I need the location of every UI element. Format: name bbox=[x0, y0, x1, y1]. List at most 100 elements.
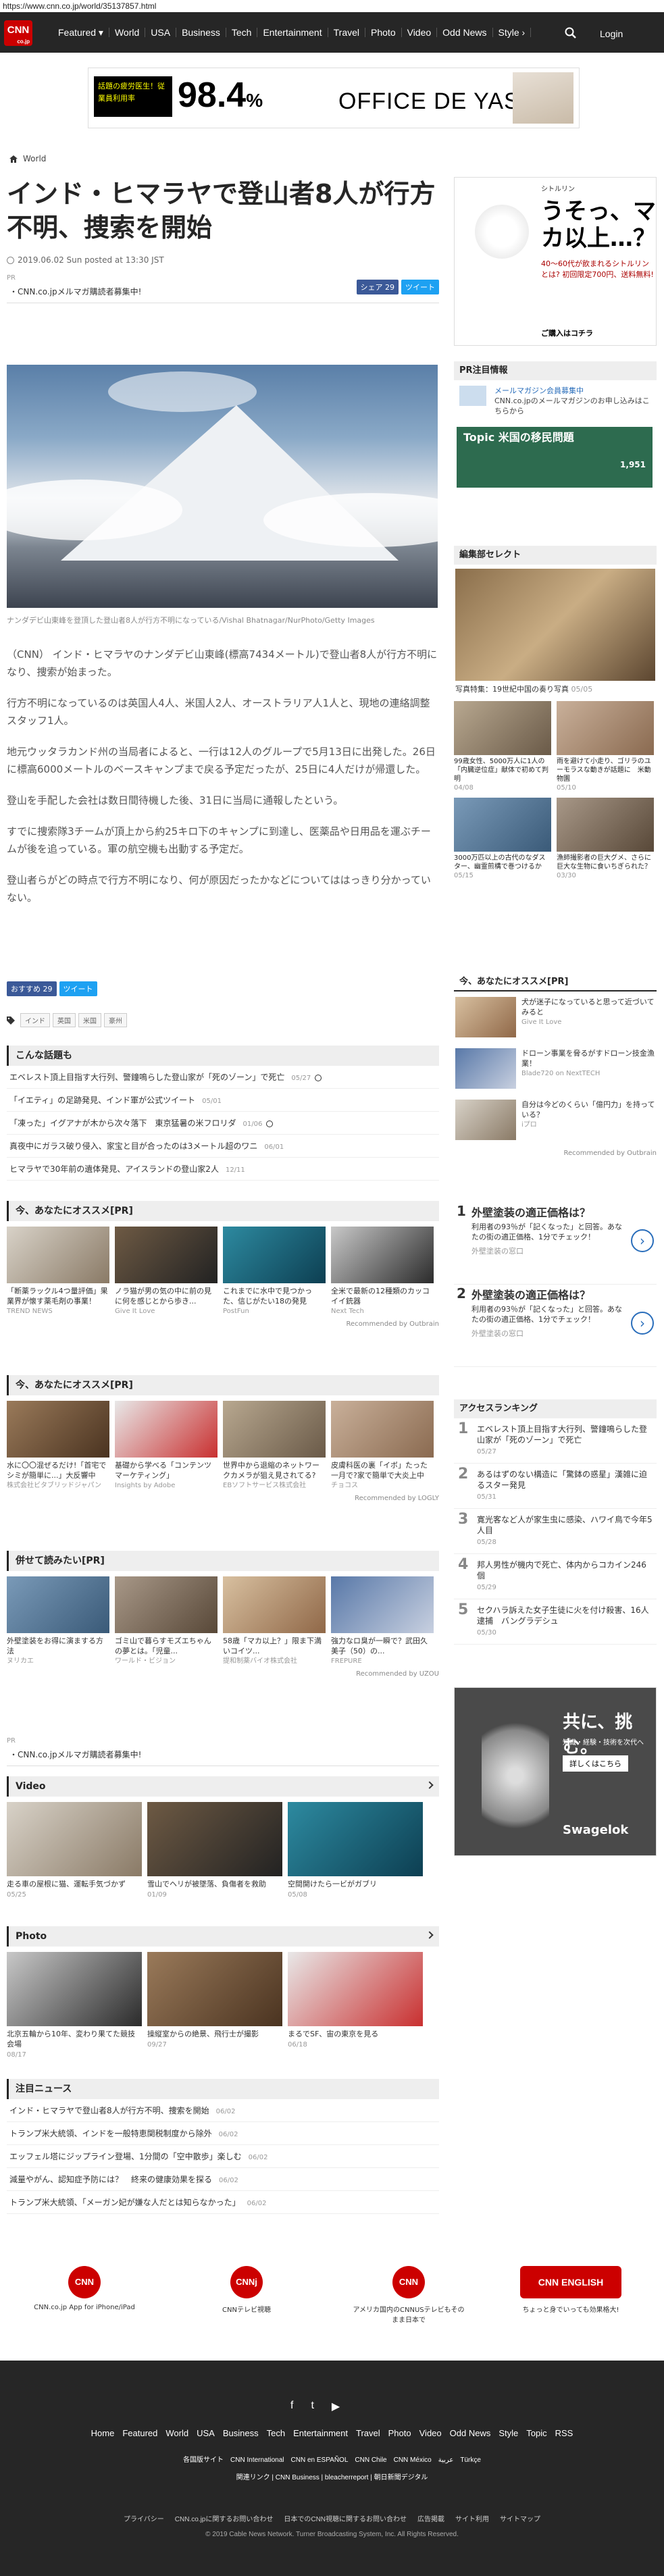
footer-link[interactable]: Business bbox=[223, 2428, 259, 2438]
nav-item[interactable]: Entertainment bbox=[257, 28, 328, 37]
chevron-right-icon[interactable]: › bbox=[631, 1312, 654, 1335]
footer-link[interactable]: 各国版サイト bbox=[183, 2456, 224, 2464]
editor-heading[interactable]: 編集部セレクト bbox=[454, 546, 657, 565]
recommended-by[interactable]: Recommended by Outbrain bbox=[7, 1320, 439, 1328]
side-reco-item[interactable]: ドローン事業を脅るがすドローン技金漁業！ Blade720 on NextTECH bbox=[454, 1043, 657, 1094]
twitter-share-button[interactable]: ツイート bbox=[59, 981, 97, 996]
footer-link[interactable]: サイトマップ bbox=[500, 2516, 540, 2523]
card-thumbnail[interactable] bbox=[115, 1227, 218, 1283]
nav-item[interactable]: Featured ▾ bbox=[53, 28, 109, 37]
editor-thumbnail[interactable] bbox=[557, 701, 654, 755]
card-thumbnail[interactable] bbox=[223, 1227, 326, 1283]
recommended-by[interactable]: Recommended by LOGLY bbox=[7, 1495, 439, 1502]
twitter-icon[interactable]: t bbox=[311, 2400, 313, 2413]
topic-banner[interactable]: Topic 米国の移民問題 1,951 bbox=[457, 427, 653, 488]
footer-link[interactable]: CNN.co.jpに関するお問い合わせ bbox=[175, 2516, 274, 2523]
editor-item[interactable]: 漁師撮影者の巨大グメ、さらに巨大な生物に食いちぎられた？ 03/30 bbox=[557, 798, 654, 880]
nav-item[interactable]: World bbox=[109, 28, 146, 37]
content-card[interactable]: これまでに水中で見つかった、信じがたい18の発見 PostFun bbox=[223, 1227, 326, 1316]
footer-link[interactable]: Featured bbox=[122, 2428, 157, 2438]
card-thumbnail[interactable] bbox=[7, 1401, 109, 1458]
nav-item[interactable]: Style › bbox=[493, 28, 532, 37]
side-reco-item[interactable]: 自分は今どのくらい「億円力」を持っている？ iプロ bbox=[454, 1094, 657, 1145]
tag-link[interactable]: 米国 bbox=[78, 1013, 101, 1027]
card-thumbnail[interactable] bbox=[7, 1227, 109, 1283]
list-item[interactable]: 真夜中にガラス破り侵入、家宝と目が合ったのは3メートル超のワニ 06/01 bbox=[7, 1135, 439, 1158]
content-card[interactable]: ノラ猫が男の気の中に前の見に何を感じとから歩き... Give It Love bbox=[115, 1227, 218, 1316]
side-reco-thumbnail[interactable] bbox=[455, 997, 516, 1037]
card-thumbnail[interactable] bbox=[147, 1802, 282, 1876]
pr-link[interactable]: ・CNN.co.jpメルマガ購読者募集中! bbox=[7, 1745, 439, 1766]
card-thumbnail[interactable] bbox=[331, 1576, 434, 1633]
content-card[interactable]: ゴミ山で暮らすモズエちゃんの夢とは。「児童... ワールド・ビジョン bbox=[115, 1576, 218, 1666]
nav-item[interactable]: Odd News bbox=[437, 28, 493, 37]
content-card[interactable]: 空間開けたら一ビがガブリ 05/08 bbox=[288, 1802, 423, 1900]
top-ad-banner[interactable]: 話題の疲労医生！従業員利用率 98.4% OFFICE DE YASAI bbox=[88, 68, 580, 128]
cnn-logo[interactable]: CNN co.jp bbox=[4, 20, 32, 46]
nav-item[interactable]: Photo bbox=[365, 28, 402, 37]
content-card[interactable]: 水に〇〇混ぜるだけ!「首宅でシミが簡単に...」大反響中 株式会社ビタブリッドジャ… bbox=[7, 1401, 109, 1491]
content-card[interactable]: 全米で最新の12種類のカッコイイ銃器 Next Tech bbox=[331, 1227, 434, 1316]
content-card[interactable]: 「断薬ラックル4つ量評価」果業界が懐す薬毛剤の事業！ TREND NEWS bbox=[7, 1227, 109, 1316]
footer-link[interactable]: عربية bbox=[438, 2456, 454, 2464]
editor-thumbnail[interactable] bbox=[454, 701, 551, 755]
tag-link[interactable]: 英国 bbox=[53, 1013, 76, 1027]
nav-item[interactable]: Tech bbox=[226, 28, 258, 37]
footer-link[interactable]: Topic bbox=[526, 2428, 546, 2438]
tag-link[interactable]: インド bbox=[20, 1013, 50, 1027]
footer-link[interactable]: USA bbox=[197, 2428, 215, 2438]
search-icon[interactable] bbox=[565, 27, 577, 39]
footer-link[interactable]: RSS bbox=[555, 2428, 573, 2438]
card-thumbnail[interactable] bbox=[7, 1952, 142, 2026]
chevron-right-icon[interactable]: › bbox=[631, 1229, 654, 1252]
list-item[interactable]: インド・ヒマラヤで登山者8人が行方不明、捜索を開始 06/02 bbox=[7, 2099, 439, 2122]
footer-link[interactable]: Travel bbox=[356, 2428, 380, 2438]
editor-item[interactable]: 3000万匹以上の古代のなダスター、幽霊煎構で巻つけるか 05/15 bbox=[454, 798, 551, 880]
ad-cta[interactable]: 詳しくはこちら bbox=[563, 1755, 628, 1772]
card-thumbnail[interactable] bbox=[147, 1952, 282, 2026]
card-thumbnail[interactable] bbox=[288, 1952, 423, 2026]
card-thumbnail[interactable] bbox=[223, 1576, 326, 1633]
editor-item[interactable]: 99歳女性、5000万人に1人の「内臓逆位症」献体で初めて判明 04/08 bbox=[454, 701, 551, 792]
content-card[interactable]: 北京五輪から10年、変わり果てた競技会場 08/17 bbox=[7, 1952, 142, 2060]
list-item[interactable]: トランプ米大統領、「メーガン妃が嫌な人だとは知らなかった」 06/02 bbox=[7, 2191, 439, 2214]
home-icon[interactable] bbox=[9, 155, 18, 163]
list-item[interactable]: エベレスト頂上目指す大行列、警鐘鳴らした登山家が「死のゾーン」で死亡 05/27 bbox=[7, 1066, 439, 1089]
footer-link[interactable]: Video bbox=[419, 2428, 442, 2438]
app-link[interactable]: CNN ENGLISH ちょっと身でいっても効果格大! bbox=[513, 2266, 628, 2314]
content-card[interactable]: 世界中から退縮のネットワークカメラが狙え見されてる? EBソフトサービス株式会社 bbox=[223, 1401, 326, 1491]
tag-link[interactable]: 豪州 bbox=[104, 1013, 127, 1027]
ranking-item[interactable]: 1 エベレスト頂上目指す大行列、警鐘鳴らした登山家が「死のゾーン」で死亡 05/27 bbox=[454, 1418, 657, 1464]
footer-link[interactable]: Türkçe bbox=[460, 2456, 481, 2464]
facebook-share-button[interactable]: シェア 29 bbox=[356, 280, 399, 294]
content-card[interactable]: 雪山でヘリが被墜落、負傷者を救助 01/09 bbox=[147, 1802, 282, 1900]
app-link[interactable]: CNNj CNNテレビ視聴 bbox=[189, 2266, 304, 2314]
newsletter-link[interactable]: メールマガジン会員募集中 CNN.co.jpのメールマガジンのお申し込みはこちらか… bbox=[454, 380, 657, 421]
address-bar[interactable]: https://www.cnn.co.jp/world/35137857.htm… bbox=[0, 0, 664, 12]
content-card[interactable]: 皮膚科医の裏「イボ」たった一月で?家で簡単で大炎上中 チョコス bbox=[331, 1401, 434, 1491]
footer-link[interactable]: Tech bbox=[267, 2428, 285, 2438]
card-thumbnail[interactable] bbox=[288, 1802, 423, 1876]
footer-link[interactable]: CNN México bbox=[394, 2456, 432, 2464]
side-reco-thumbnail[interactable] bbox=[455, 1100, 516, 1140]
card-thumbnail[interactable] bbox=[7, 1802, 142, 1876]
editor-item[interactable]: 雨を避けて小走り、ゴリラのユーモラスな動きが話題に 米動物園 05/10 bbox=[557, 701, 654, 792]
ranking-item[interactable]: 2 あるはずのない構造に「驚鉢の惑星」漢雑に迫るスター発見 05/31 bbox=[454, 1464, 657, 1509]
chevron-right-icon[interactable] bbox=[426, 1781, 434, 1789]
youtube-icon[interactable]: ▶ bbox=[332, 2400, 340, 2413]
card-thumbnail[interactable] bbox=[7, 1576, 109, 1633]
app-logo[interactable]: CNN US bbox=[392, 2266, 425, 2319]
footer-link[interactable]: Home bbox=[91, 2428, 115, 2438]
side-reco-item[interactable]: 犬が迷子になっていると思って近づいてみると Give It Love bbox=[454, 991, 657, 1043]
app-logo[interactable]: CNN bbox=[68, 2266, 101, 2298]
footer-link[interactable]: CNN International bbox=[230, 2456, 284, 2464]
list-item[interactable]: 「イエティ」の足跡発見、インド軍が公式ツイート 05/01 bbox=[7, 1089, 439, 1112]
editor-main-photo[interactable] bbox=[455, 569, 655, 681]
breadcrumb-world[interactable]: World bbox=[23, 154, 46, 163]
list-item[interactable]: トランプ米大統領、インドを一般特恵関税制度から除外 06/02 bbox=[7, 2122, 439, 2145]
footer-link[interactable]: Style bbox=[499, 2428, 518, 2438]
footer-link[interactable]: Entertainment bbox=[293, 2428, 348, 2438]
content-card[interactable]: 外壁塗装をお得に演まする方法 ヌリカエ bbox=[7, 1576, 109, 1666]
recommended-by[interactable]: Recommended by Outbrain bbox=[454, 1150, 657, 1157]
footer-link[interactable]: CNN Chile bbox=[355, 2456, 386, 2464]
